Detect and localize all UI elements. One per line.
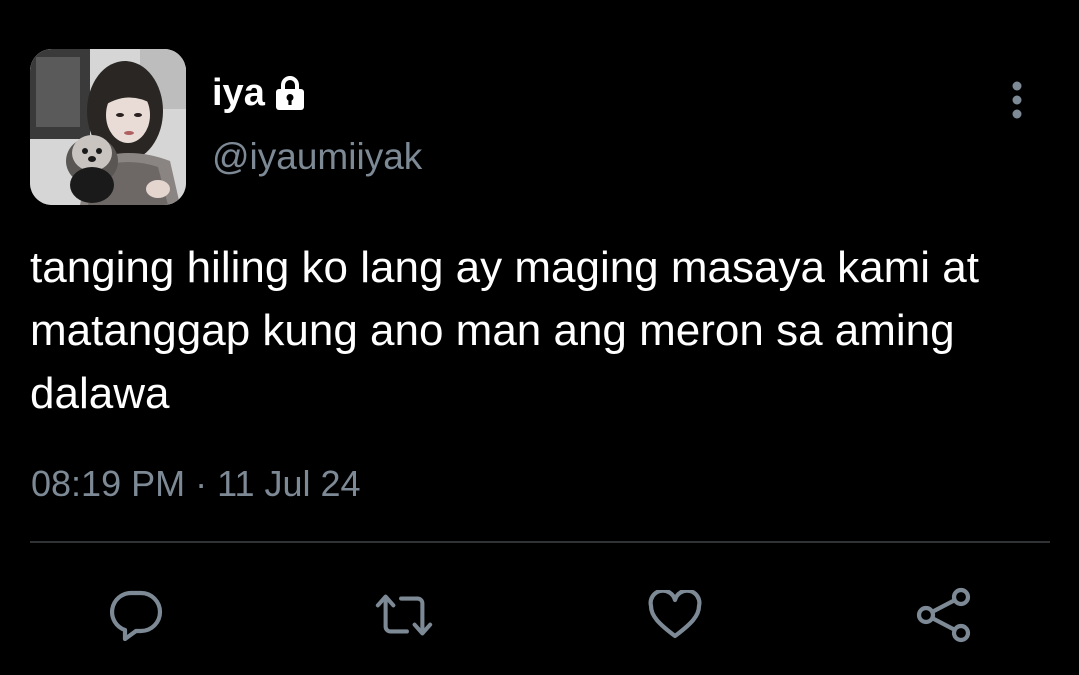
avatar-image [30, 49, 186, 205]
display-name-row: iya [212, 68, 305, 118]
user-handle[interactable]: @iyaumiiyak [212, 135, 422, 179]
lock-icon [275, 75, 305, 111]
reply-icon [110, 590, 163, 641]
tweet-timestamp: 08:19 PM · 11 Jul 24 [31, 462, 361, 505]
tweet-date: 11 Jul 24 [217, 463, 361, 504]
share-icon [916, 587, 971, 643]
tweet-detail: iya @iyaumiiyak tanging hiling ko lang a… [0, 0, 1079, 675]
timestamp-separator: · [195, 463, 208, 504]
avatar[interactable] [30, 49, 186, 205]
retweet-button[interactable] [374, 585, 434, 645]
display-name[interactable]: iya [212, 74, 265, 112]
tweet-time: 08:19 PM [31, 463, 186, 504]
share-button[interactable] [914, 585, 974, 645]
divider [30, 541, 1050, 543]
retweet-icon [375, 594, 433, 636]
like-icon [648, 590, 702, 639]
like-button[interactable] [645, 585, 705, 645]
more-options-icon[interactable] [1000, 80, 1034, 120]
reply-button[interactable] [106, 585, 166, 645]
tweet-text: tanging hiling ko lang ay maging masaya … [30, 243, 979, 418]
